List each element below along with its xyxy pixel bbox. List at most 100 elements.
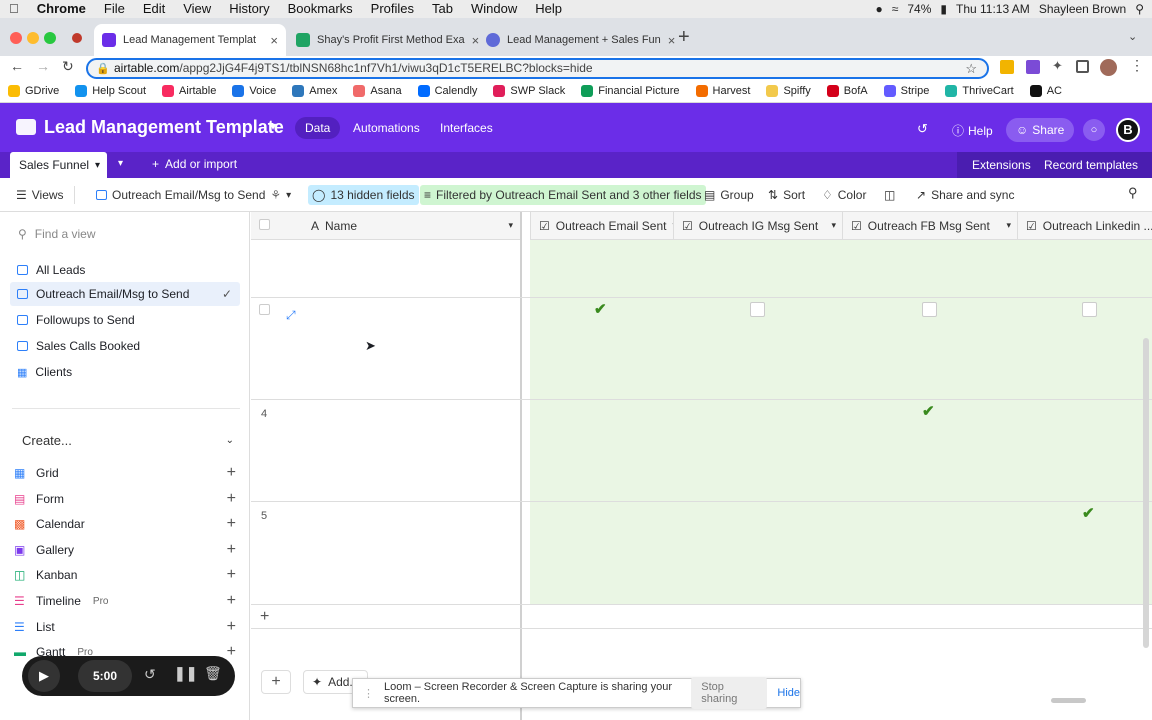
bookmark-item[interactable]: GDrive <box>8 85 59 97</box>
bookmark-item[interactable]: BofA <box>826 85 868 97</box>
forward-icon[interactable]: → <box>36 58 50 74</box>
help-button[interactable]: ⓘ Help <box>952 122 993 139</box>
user-name[interactable]: Shayleen Brown <box>1039 2 1126 16</box>
menu-help[interactable]: Help <box>526 0 571 18</box>
profile-avatar[interactable] <box>1100 59 1117 76</box>
create-view-item[interactable]: ▤ Form + <box>14 488 236 510</box>
nav-automations[interactable]: Automations <box>343 117 430 139</box>
plus-icon[interactable]: + <box>227 490 236 508</box>
menu-tab[interactable]: Tab <box>423 0 462 18</box>
create-view-item[interactable]: ☰ List + <box>14 616 236 638</box>
empty-checkbox[interactable] <box>922 302 937 317</box>
add-record-button[interactable]: + <box>261 670 291 694</box>
extensions-button[interactable]: Extensions <box>972 158 1031 172</box>
clock[interactable]: Thu 11:13 AM <box>956 2 1030 16</box>
address-bar[interactable]: 🔒 airtable.com/appg2JjG4F4j9TS1/tblNSN68… <box>86 58 989 79</box>
close-tab-icon[interactable]: × <box>668 33 676 48</box>
hidden-fields-button[interactable]: ◯ 13 hidden fields <box>308 185 419 205</box>
bookmark-item[interactable]: Calendly <box>417 85 477 97</box>
select-all-checkbox[interactable] <box>259 219 270 230</box>
column-header[interactable]: ☑ Outreach IG Msg Sent ▾ <box>673 212 842 240</box>
row-height-icon[interactable]: ◫ <box>880 185 899 205</box>
menu-profiles[interactable]: Profiles <box>362 0 423 18</box>
bookmark-item[interactable]: Airtable <box>162 85 216 97</box>
camera-icon[interactable]: ▶ <box>28 660 60 692</box>
sidebar-view-item[interactable]: Sales Calls Booked <box>10 334 240 358</box>
extension-icon[interactable] <box>1000 60 1014 74</box>
column-header[interactable]: ☑ Outreach FB Msg Sent ▾ <box>842 212 1017 240</box>
row-checkbox[interactable] <box>259 304 270 315</box>
filter-button[interactable]: ≡ Filtered by Outreach Email Sent and 3 o… <box>420 185 706 205</box>
empty-checkbox[interactable] <box>750 302 765 317</box>
sort-button[interactable]: ⇅ Sort <box>764 185 809 205</box>
chrome-menu-icon[interactable]: ⋮ <box>1130 57 1144 74</box>
wifi-icon[interactable]: ≈ <box>892 2 899 16</box>
stop-sharing-button[interactable]: Stop sharing <box>691 677 768 709</box>
menu-chrome[interactable]: Chrome <box>28 0 95 18</box>
nav-interfaces[interactable]: Interfaces <box>430 117 503 139</box>
drag-handle-icon[interactable]: ⋮ <box>363 687 374 700</box>
all-tables-chevron-icon[interactable]: ▾ <box>118 158 123 169</box>
bookmark-item[interactable]: Voice <box>232 85 276 97</box>
minimize-window-icon[interactable] <box>27 32 39 44</box>
menu-edit[interactable]: Edit <box>134 0 174 18</box>
close-tab-icon[interactable]: × <box>270 33 278 48</box>
nav-data[interactable]: Data <box>295 117 341 139</box>
menu-view[interactable]: View <box>174 0 220 18</box>
sidebar-view-item[interactable]: Outreach Email/Msg to Send ✓ <box>10 282 240 306</box>
spotlight-icon[interactable]: ⚲ <box>1135 2 1144 16</box>
checked-checkbox[interactable]: ✔ <box>922 402 935 420</box>
bookmark-item[interactable]: AC <box>1029 85 1062 97</box>
base-menu-chevron-icon[interactable]: ▾ <box>270 119 276 133</box>
add-or-import-button[interactable]: + Add or import <box>152 157 237 171</box>
record-templates-button[interactable]: Record templates <box>1044 158 1138 172</box>
bookmark-item[interactable]: Spiffy <box>766 85 811 97</box>
menu-bookmarks[interactable]: Bookmarks <box>279 0 362 18</box>
find-view-search[interactable]: ⚲ Find a view <box>18 224 238 244</box>
search-icon[interactable]: ⚲ <box>1124 185 1142 205</box>
battery-icon[interactable]: ▮ <box>940 2 947 16</box>
group-button[interactable]: ▤ Group <box>700 185 758 205</box>
base-name[interactable]: Lead Management Template <box>44 117 284 138</box>
maximize-window-icon[interactable] <box>44 32 56 44</box>
bookmark-item[interactable]: Amex <box>292 85 337 97</box>
bookmark-item[interactable]: Asana <box>353 85 402 97</box>
sidebar-view-item[interactable]: ▦ Clients <box>10 360 240 384</box>
column-header[interactable]: ☑Outreach Linkedin ...▾ <box>1017 212 1152 240</box>
create-view-item[interactable]: ▦ Grid + <box>14 462 236 484</box>
airtable-logo-icon[interactable] <box>16 119 36 135</box>
battery-percent[interactable]: 74% <box>907 2 931 16</box>
table-tab-sales-funnel[interactable]: Sales Funnel ▾ <box>10 152 107 178</box>
create-view-item[interactable]: ☰ Timeline Pro + <box>14 590 236 612</box>
create-view-item[interactable]: ▩ Calendar + <box>14 513 236 535</box>
add-row-plus-icon[interactable]: + <box>260 608 269 626</box>
share-button[interactable]: ☺ Share <box>1006 118 1075 142</box>
menu-file[interactable]: File <box>95 0 134 18</box>
reload-icon[interactable]: ↻ <box>62 58 74 75</box>
extension-icon[interactable] <box>1026 60 1040 74</box>
history-icon[interactable]: ↺ <box>917 121 928 137</box>
bookmark-item[interactable]: Help Scout <box>75 85 146 97</box>
tab-sales-funnel[interactable]: Lead Management + Sales Fun × <box>478 24 675 56</box>
user-avatar[interactable]: B <box>1116 118 1140 142</box>
horizontal-scrollbar[interactable] <box>1051 698 1086 703</box>
views-toggle-button[interactable]: ☰ Views <box>12 185 68 205</box>
create-section-header[interactable]: Create... ⌄ <box>22 430 234 450</box>
bookmark-item[interactable]: Harvest <box>695 85 750 97</box>
lock-icon[interactable]: 🔒 <box>96 61 110 78</box>
microphone-icon[interactable]: ● <box>876 2 883 16</box>
plus-icon[interactable]: + <box>227 618 236 636</box>
notifications-bell-icon[interactable]: ○ <box>1083 119 1105 141</box>
hide-button[interactable]: Hide <box>777 687 800 699</box>
current-view-button[interactable]: Outreach Email/Msg to Send ⚘ ▾ <box>92 185 295 205</box>
sidepanel-icon[interactable] <box>1076 60 1089 73</box>
bookmark-item[interactable]: Stripe <box>883 85 929 97</box>
bookmark-item[interactable]: ThriveCart <box>945 85 1014 97</box>
plus-icon[interactable]: + <box>227 592 236 610</box>
bookmark-item[interactable]: Financial Picture <box>581 85 680 97</box>
share-sync-button[interactable]: ↗ Share and sync <box>912 185 1018 205</box>
tab-profit-first[interactable]: Shay's Profit First Method Exa × <box>288 24 479 56</box>
color-button[interactable]: ♢ Color <box>818 185 870 205</box>
create-view-item[interactable]: ▣ Gallery + <box>14 539 236 561</box>
plus-icon[interactable]: + <box>227 541 236 559</box>
